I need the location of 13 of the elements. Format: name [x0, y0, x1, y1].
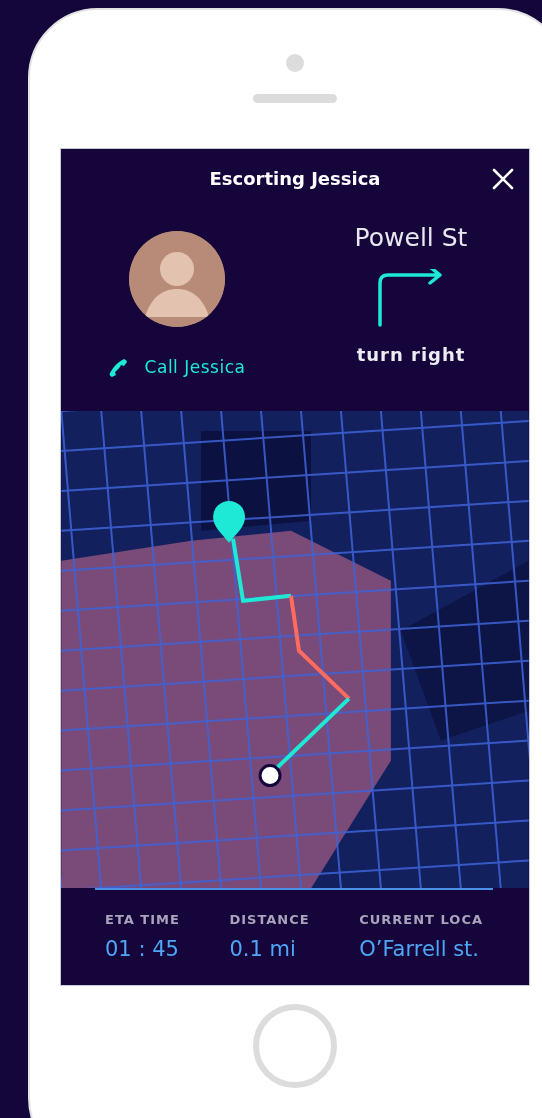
screen-title: Escorting Jessica: [209, 166, 381, 191]
turn-instruction: turn right: [356, 342, 466, 367]
stat-value: 01 : 45: [105, 935, 180, 963]
stat-label: CURRENT LOCA: [359, 911, 483, 930]
stat-value: O’Farrell st.: [359, 935, 480, 963]
close-icon[interactable]: [491, 167, 515, 191]
stat-value: 0.1 mi: [229, 935, 297, 963]
camera-dot: [286, 54, 304, 72]
phone-icon: [108, 357, 129, 378]
street-name: Powell St: [354, 222, 468, 254]
call-link[interactable]: Call Jessica: [108, 355, 246, 381]
stat-label: ETA TIME: [105, 911, 180, 930]
stat-label: DISTANCE: [229, 911, 310, 930]
